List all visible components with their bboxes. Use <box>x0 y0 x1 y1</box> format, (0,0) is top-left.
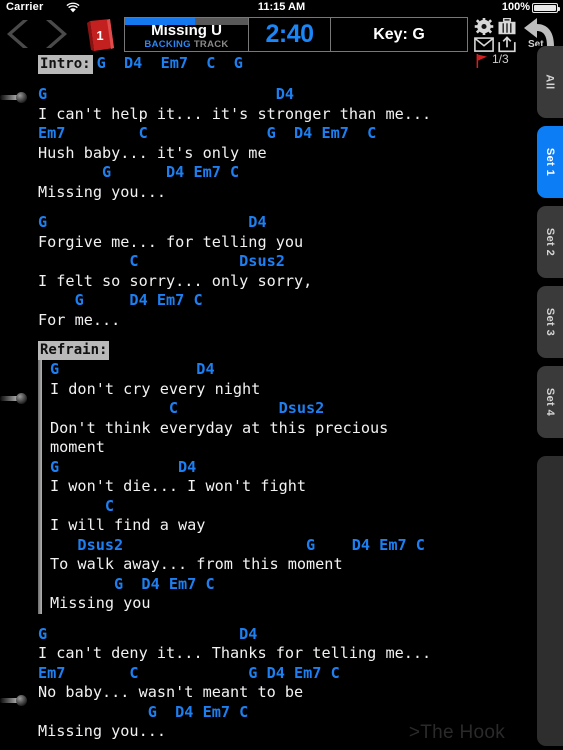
scroll-handle-bottom[interactable] <box>0 695 28 706</box>
set-tab-set-2[interactable]: Set 2 <box>537 206 563 278</box>
set-tab-set-3[interactable]: Set 3 <box>537 286 563 358</box>
lyric-line: To walk away... from this moment <box>50 555 343 573</box>
set-tab-label: Set 1 <box>544 147 557 177</box>
lyric-line: Forgive me... for telling you <box>38 232 304 251</box>
handle-knob <box>16 393 27 404</box>
battery-percent-label: 100% <box>501 1 530 13</box>
set-tab-set-4[interactable]: Set 4 <box>537 366 563 438</box>
ios-status-bar: Carrier 11:15 AM 100% <box>0 0 563 15</box>
clock-label: 11:15 AM <box>257 1 306 13</box>
song-title: Missing U <box>151 22 222 39</box>
gear-icon[interactable] <box>474 18 494 35</box>
handle-knob <box>16 92 27 103</box>
song-section-verse-1: G D4 I can't help it... it's stronger tha… <box>0 85 535 202</box>
app-watermark: >The Hook <box>408 722 505 743</box>
chord-line: Em7 C G D4 Em7 C <box>38 124 377 142</box>
chord-line: G D4 Em7 C <box>50 574 215 593</box>
songbook-number: 1 <box>96 28 103 43</box>
lyric-line: moment <box>50 438 105 456</box>
lyric-line: I can't help it... it's stronger than me… <box>38 104 432 123</box>
chord-line: G D4 Em7 C <box>38 163 240 181</box>
set-tab-rail: All Set 1 Set 2 Set 3 Set 4 <box>535 46 563 750</box>
song-sections: Intro: G D4 Em7 C GG D4 I can't help it...… <box>0 54 535 742</box>
set-tab-label: All <box>543 74 556 90</box>
lyric-line: I will find a way <box>50 516 206 534</box>
rail-filler <box>537 456 563 746</box>
section-body: G D4 I can't help it... it's stronger tha… <box>0 85 535 202</box>
section-label-row: Intro: G D4 Em7 C G <box>0 54 535 74</box>
song-progress-fill <box>125 18 196 25</box>
chord-line: G D4 <box>38 624 258 643</box>
lyric-line: Hush baby... it's only me <box>38 143 267 162</box>
song-section-intro: Intro: G D4 Em7 C G <box>0 54 535 74</box>
refrain-marker-bar <box>38 360 42 614</box>
lyric-line: Missing you... <box>38 182 167 201</box>
lyric-line: For me... <box>38 310 121 329</box>
lyric-line: Missing you <box>50 594 151 612</box>
section-label: Intro: <box>38 55 93 74</box>
lyric-line: I felt so sorry... only sorry, <box>38 271 313 290</box>
section-inline-chords: G D4 Em7 C G <box>96 54 243 72</box>
song-section-verse-2: G D4 Forgive me... for telling you C Dsus… <box>0 213 535 330</box>
lyric-line: Don't think everyday at this precious <box>50 418 389 437</box>
set-tab-set-1[interactable]: Set 1 <box>537 126 563 198</box>
song-progress-bar[interactable] <box>125 18 248 25</box>
song-section-refrain: Refrain: G D4 I don't cry every night C Ds… <box>0 341 535 614</box>
chord-line: G D4 <box>38 85 295 103</box>
handle-knob <box>16 695 27 706</box>
chord-line: Dsus2 G D4 Em7 C <box>50 535 425 554</box>
lyric-line: I don't cry every night <box>50 379 261 398</box>
chord-line: G D4 Em7 C <box>38 291 203 309</box>
battery-full-icon <box>532 3 560 13</box>
scroll-handle-top[interactable] <box>0 92 28 103</box>
lyric-line: I won't die... I won't fight <box>50 477 307 495</box>
set-tab-all[interactable]: All <box>537 46 563 118</box>
briefcase-icon[interactable] <box>497 18 517 35</box>
section-label-row: Refrain: <box>0 341 535 360</box>
chord-line: Em7 C G D4 Em7 C <box>38 663 340 682</box>
set-tab-label: Set 3 <box>544 307 557 337</box>
chord-line: G D4 Em7 C <box>38 702 249 721</box>
scroll-handle-middle[interactable] <box>0 393 28 404</box>
lyric-line: No baby... wasn't meant to be <box>38 683 304 701</box>
chord-line: C Dsus2 <box>50 399 325 417</box>
section-body: G D4 Forgive me... for telling you C Dsus… <box>0 213 535 330</box>
chord-line: C Dsus2 <box>38 252 285 270</box>
chord-line: G D4 <box>38 213 267 231</box>
app-root: Carrier 11:15 AM 100% 1 Missing U BACKIN… <box>0 0 563 750</box>
chord-line: G D4 <box>50 360 215 378</box>
lyrics-sheet[interactable]: Intro: G D4 Em7 C GG D4 I can't help it...… <box>0 46 535 750</box>
chord-line: G D4 <box>50 457 197 476</box>
section-body: G D4 I don't cry every night C Dsus2 Don't… <box>0 360 535 614</box>
lyric-line: I can't deny it... Thanks for telling me… <box>38 644 432 662</box>
set-tab-label: Set 2 <box>544 227 557 257</box>
section-label: Refrain: <box>38 341 110 360</box>
chord-line: C <box>50 496 115 515</box>
set-tab-label: Set 4 <box>544 387 557 417</box>
